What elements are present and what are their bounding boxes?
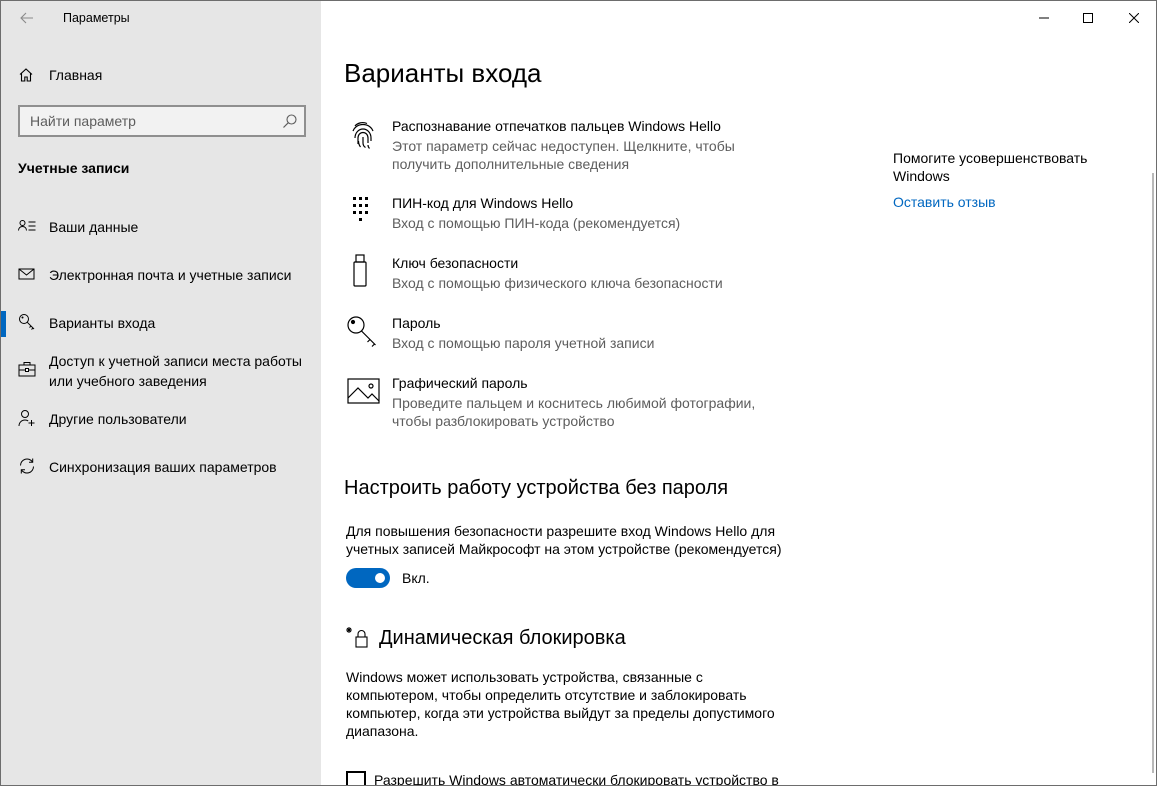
- option-picture-password[interactable]: Графический пароль Проведите пальцем и к…: [344, 374, 804, 432]
- option-title: Ключ безопасности: [392, 255, 519, 271]
- sidebar-item-label: Электронная почта и учетные записи: [49, 267, 292, 283]
- option-title: ПИН-код для Windows Hello: [392, 195, 574, 211]
- person-card-icon: [18, 220, 36, 231]
- option-title: Графический пароль: [392, 375, 528, 391]
- toggle-state-label: Вкл.: [402, 570, 430, 586]
- option-password[interactable]: Пароль Вход с помощью пароля учетной зап…: [344, 314, 804, 354]
- briefcase-icon: [18, 362, 36, 377]
- sidebar-item-work-access[interactable]: Доступ к учетной записи места работы или…: [1, 351, 321, 395]
- home-icon: [19, 68, 33, 82]
- option-description: Этот параметр сейчас недоступен. Щелкнит…: [392, 138, 735, 172]
- toggle-knob: [375, 573, 385, 583]
- scrollbar[interactable]: [1152, 173, 1154, 773]
- search-box[interactable]: [18, 105, 306, 137]
- option-description: Вход с помощью пароля учетной записи: [392, 335, 655, 351]
- fingerprint-icon: [352, 122, 374, 149]
- section-title: Учетные записи: [18, 160, 130, 176]
- page-title: Варианты входа: [344, 58, 542, 88]
- settings-window: Параметры Главная Учетные записи Ваши да…: [0, 0, 1157, 786]
- search-icon[interactable]: [282, 113, 298, 129]
- sidebar-item-label: Другие пользователи: [49, 411, 187, 427]
- minimize-icon: [1039, 17, 1049, 18]
- sidebar: Параметры Главная Учетные записи Ваши да…: [1, 1, 321, 785]
- option-fingerprint[interactable]: Распознавание отпечатков пальцев Windows…: [344, 117, 804, 175]
- close-icon: [1129, 12, 1139, 23]
- sidebar-item-label: Ваши данные: [49, 219, 139, 235]
- option-description: Проведите пальцем и коснитесь любимой фо…: [392, 395, 756, 429]
- pin-keypad-icon: [353, 197, 368, 221]
- dynamic-lock-checkbox-label: Разрешить Windows автоматически блокиров…: [374, 772, 779, 786]
- mail-icon: [18, 268, 35, 280]
- option-title: Распознавание отпечатков пальцев Windows…: [392, 118, 721, 134]
- back-arrow-icon: [20, 12, 33, 24]
- selection-indicator: [1, 311, 6, 337]
- sidebar-item-email[interactable]: Электронная почта и учетные записи: [1, 259, 321, 303]
- sidebar-item-sign-in-options[interactable]: Варианты входа: [1, 307, 321, 351]
- app-title: Параметры: [63, 11, 130, 25]
- password-key-icon: [347, 316, 376, 347]
- minimize-button[interactable]: [1021, 1, 1067, 34]
- home-label: Главная: [49, 67, 103, 83]
- sidebar-item-label: Варианты входа: [49, 315, 156, 331]
- sync-icon: [19, 458, 35, 474]
- sidebar-item-other-users[interactable]: Другие пользователи: [1, 403, 321, 447]
- dynamic-lock-checkbox[interactable]: [346, 771, 366, 785]
- close-button[interactable]: [1111, 1, 1156, 34]
- sidebar-item-label: Доступ к учетной записи места работы или…: [49, 353, 302, 389]
- person-add-icon: [18, 410, 35, 427]
- picture-icon: [347, 378, 380, 404]
- key-icon: [19, 314, 35, 330]
- feedback-link[interactable]: Оставить отзыв: [893, 194, 996, 210]
- option-description: Вход с помощью физического ключа безопас…: [392, 275, 723, 291]
- sidebar-item-sync[interactable]: Синхронизация ваших параметров: [1, 451, 321, 495]
- option-security-key[interactable]: Ключ безопасности Вход с помощью физичес…: [344, 254, 804, 294]
- feedback-title: Помогите усовершенствовать Windows: [893, 150, 1088, 184]
- option-description: Вход с помощью ПИН-кода (рекомендуется): [392, 215, 681, 231]
- option-pin[interactable]: ПИН-код для Windows Hello Вход с помощью…: [344, 194, 804, 234]
- passwordless-heading: Настроить работу устройства без пароля: [344, 477, 729, 499]
- search-input[interactable]: [20, 107, 275, 135]
- usb-key-icon: [353, 254, 367, 287]
- dynamic-lock-icon: [346, 627, 368, 648]
- maximize-button[interactable]: [1065, 1, 1111, 34]
- sidebar-item-label: Синхронизация ваших параметров: [49, 459, 277, 475]
- passwordless-description: Для повышения безопасности разрешите вхо…: [346, 523, 782, 557]
- back-button[interactable]: [15, 7, 39, 29]
- dynamic-lock-heading: Динамическая блокировка: [379, 627, 626, 649]
- option-title: Пароль: [392, 315, 441, 331]
- home-nav-item[interactable]: Главная: [1, 59, 321, 91]
- sidebar-item-your-info[interactable]: Ваши данные: [1, 211, 321, 255]
- dynamic-lock-description: Windows может использовать устройства, с…: [346, 669, 775, 739]
- passwordless-toggle[interactable]: [346, 568, 390, 588]
- maximize-icon: [1083, 12, 1093, 23]
